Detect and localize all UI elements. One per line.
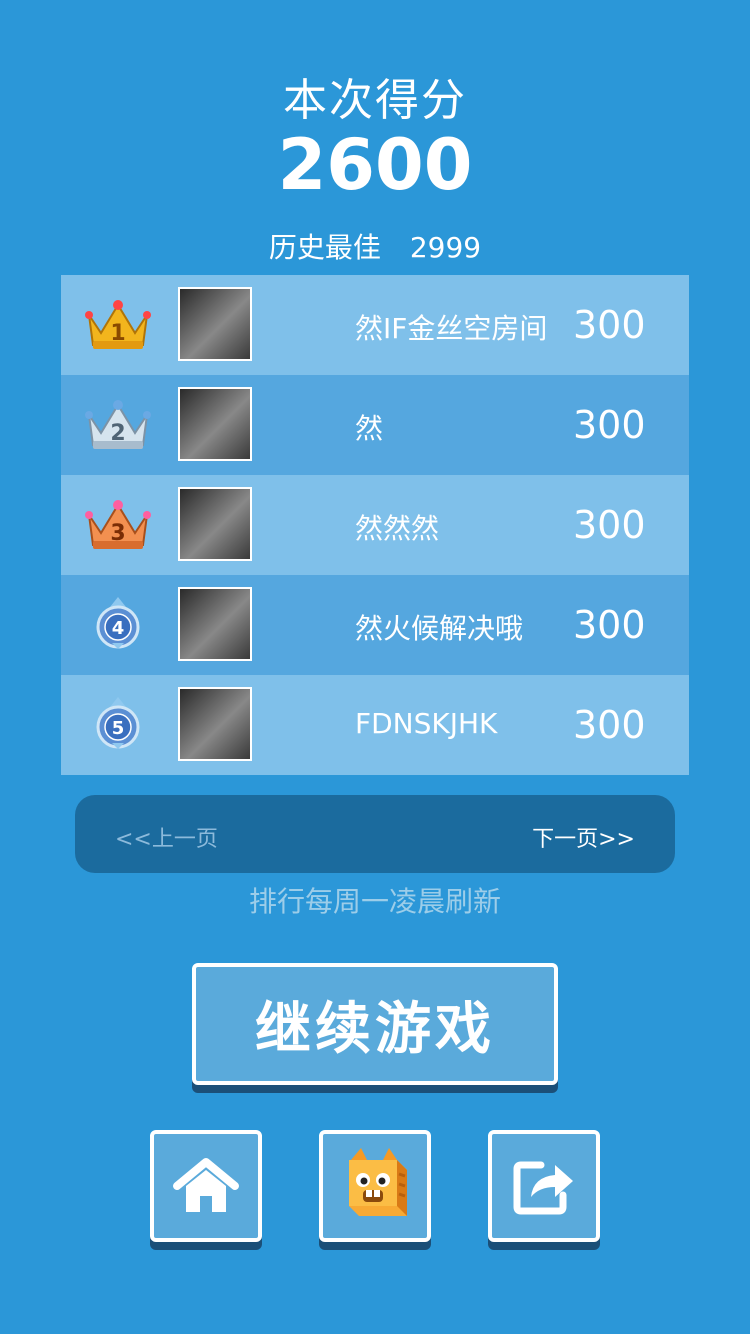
bronze-crown-icon: 3 [85,500,151,549]
avatar [178,287,252,361]
home-icon [173,1158,239,1212]
avatar [178,687,252,761]
gold-crown-icon: 1 [85,300,151,349]
best-score: 历史最佳 2999 [0,226,750,266]
player-score: 300 [573,503,646,547]
home-button[interactable] [150,1130,262,1242]
score-value: 2600 [277,124,473,206]
player-score: 300 [573,603,646,647]
continue-game-button[interactable]: 继续游戏 [192,963,558,1085]
leaderboard-row: 3 然然然 300 [61,475,689,575]
svg-text:2: 2 [110,421,125,446]
refresh-note: 排行每周一凌晨刷新 [248,885,501,918]
prev-page-button[interactable]: <<上一页 [115,821,218,853]
svg-text:1: 1 [110,321,125,346]
player-name: FDNSKJHK [355,707,498,740]
svg-text:5: 5 [112,718,125,739]
leaderboard-row: 4 然火候解决哦 300 [61,575,689,675]
character-button[interactable] [319,1130,431,1242]
svg-text:4: 4 [112,618,125,639]
leaderboard-row: 1 然IF金丝空房间 300 [61,275,689,375]
leaderboard: 1 然IF金丝空房间 300 2 然 300 3 然然然 300 4 然火候解决… [61,275,689,775]
player-score: 300 [573,303,646,347]
avatar [178,487,252,561]
character-icon [349,1148,407,1216]
leaderboard-row: 2 然 300 [61,375,689,475]
next-page-button[interactable]: 下一页>> [532,821,635,853]
player-score: 300 [573,403,646,447]
pager: <<上一页 下一页>> [75,795,675,873]
best-label: 历史最佳 [268,231,381,264]
avatar [178,387,252,461]
player-name: 然火候解决哦 [355,612,524,645]
player-score: 300 [573,703,646,747]
blue-medal-icon: 4 [96,597,140,649]
svg-text:3: 3 [110,521,125,546]
blue-medal-icon: 5 [96,697,140,749]
player-name: 然 [355,412,384,445]
share-icon [513,1161,573,1215]
player-name: 然然然 [355,512,440,545]
silver-crown-icon: 2 [85,400,151,449]
leaderboard-row: 5 FDNSKJHK 300 [61,675,689,775]
player-name: 然IF金丝空房间 [355,312,548,345]
score-title: 本次得分 [283,75,467,126]
avatar [178,587,252,661]
share-button[interactable] [488,1130,600,1242]
best-value: 2999 [409,231,482,264]
